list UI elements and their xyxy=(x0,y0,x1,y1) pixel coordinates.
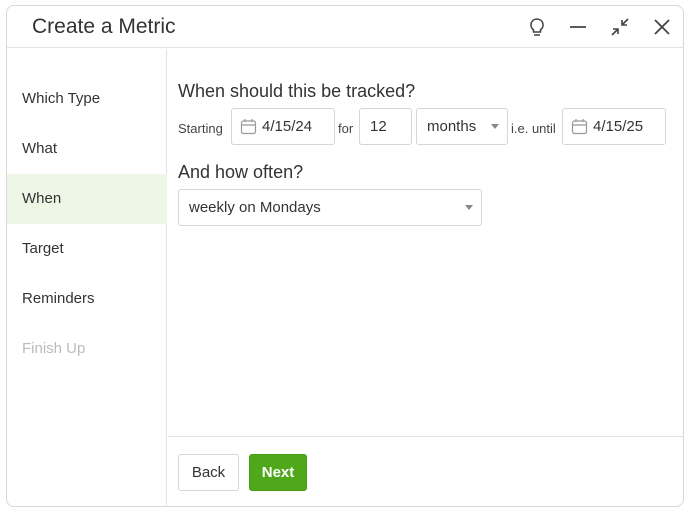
calendar-icon xyxy=(240,119,257,135)
close-icon[interactable] xyxy=(651,16,673,38)
end-date-value: 4/15/25 xyxy=(593,118,644,135)
create-metric-dialog: Create a Metric Which Type What When Tar… xyxy=(6,5,684,507)
sidebar-item-finish-up: Finish Up xyxy=(22,340,86,357)
lightbulb-icon[interactable] xyxy=(526,16,548,38)
end-date-input[interactable]: 4/15/25 xyxy=(562,108,666,145)
sidebar-item-when[interactable]: When xyxy=(7,174,167,224)
sidebar-item-what[interactable]: What xyxy=(7,124,167,174)
steps-sidebar: Which Type What When Target Reminders Fi… xyxy=(7,49,167,506)
sidebar-item-reminders[interactable]: Reminders xyxy=(7,274,167,324)
calendar-icon xyxy=(571,119,588,135)
next-button[interactable]: Next xyxy=(249,454,307,491)
until-label: i.e. until xyxy=(511,121,556,136)
start-date-input[interactable]: 4/15/24 xyxy=(231,108,335,145)
minimize-icon[interactable] xyxy=(567,16,589,38)
back-button[interactable]: Back xyxy=(178,454,239,491)
dialog-header: Create a Metric xyxy=(7,6,683,48)
dialog-footer: Back Next xyxy=(168,436,683,506)
duration-input[interactable]: 12 xyxy=(359,108,412,145)
start-date-value: 4/15/24 xyxy=(262,118,313,135)
collapse-icon[interactable] xyxy=(609,16,631,38)
duration-unit-select[interactable]: months xyxy=(416,108,508,145)
main-panel: When should this be tracked? Starting 4/… xyxy=(168,49,683,506)
chevron-down-icon xyxy=(491,124,499,129)
dialog-title: Create a Metric xyxy=(32,15,176,38)
chevron-down-icon xyxy=(465,205,473,210)
tracking-question: When should this be tracked? xyxy=(178,81,416,101)
frequency-select[interactable]: weekly on Mondays xyxy=(178,189,482,226)
unit-value: months xyxy=(427,118,477,135)
sidebar-item-which-type[interactable]: Which Type xyxy=(7,74,167,124)
frequency-value: weekly on Mondays xyxy=(189,199,321,216)
frequency-question: And how often? xyxy=(178,162,304,182)
sidebar-item-target[interactable]: Target xyxy=(7,224,167,274)
starting-label: Starting xyxy=(178,121,223,136)
for-label: for xyxy=(338,121,354,136)
